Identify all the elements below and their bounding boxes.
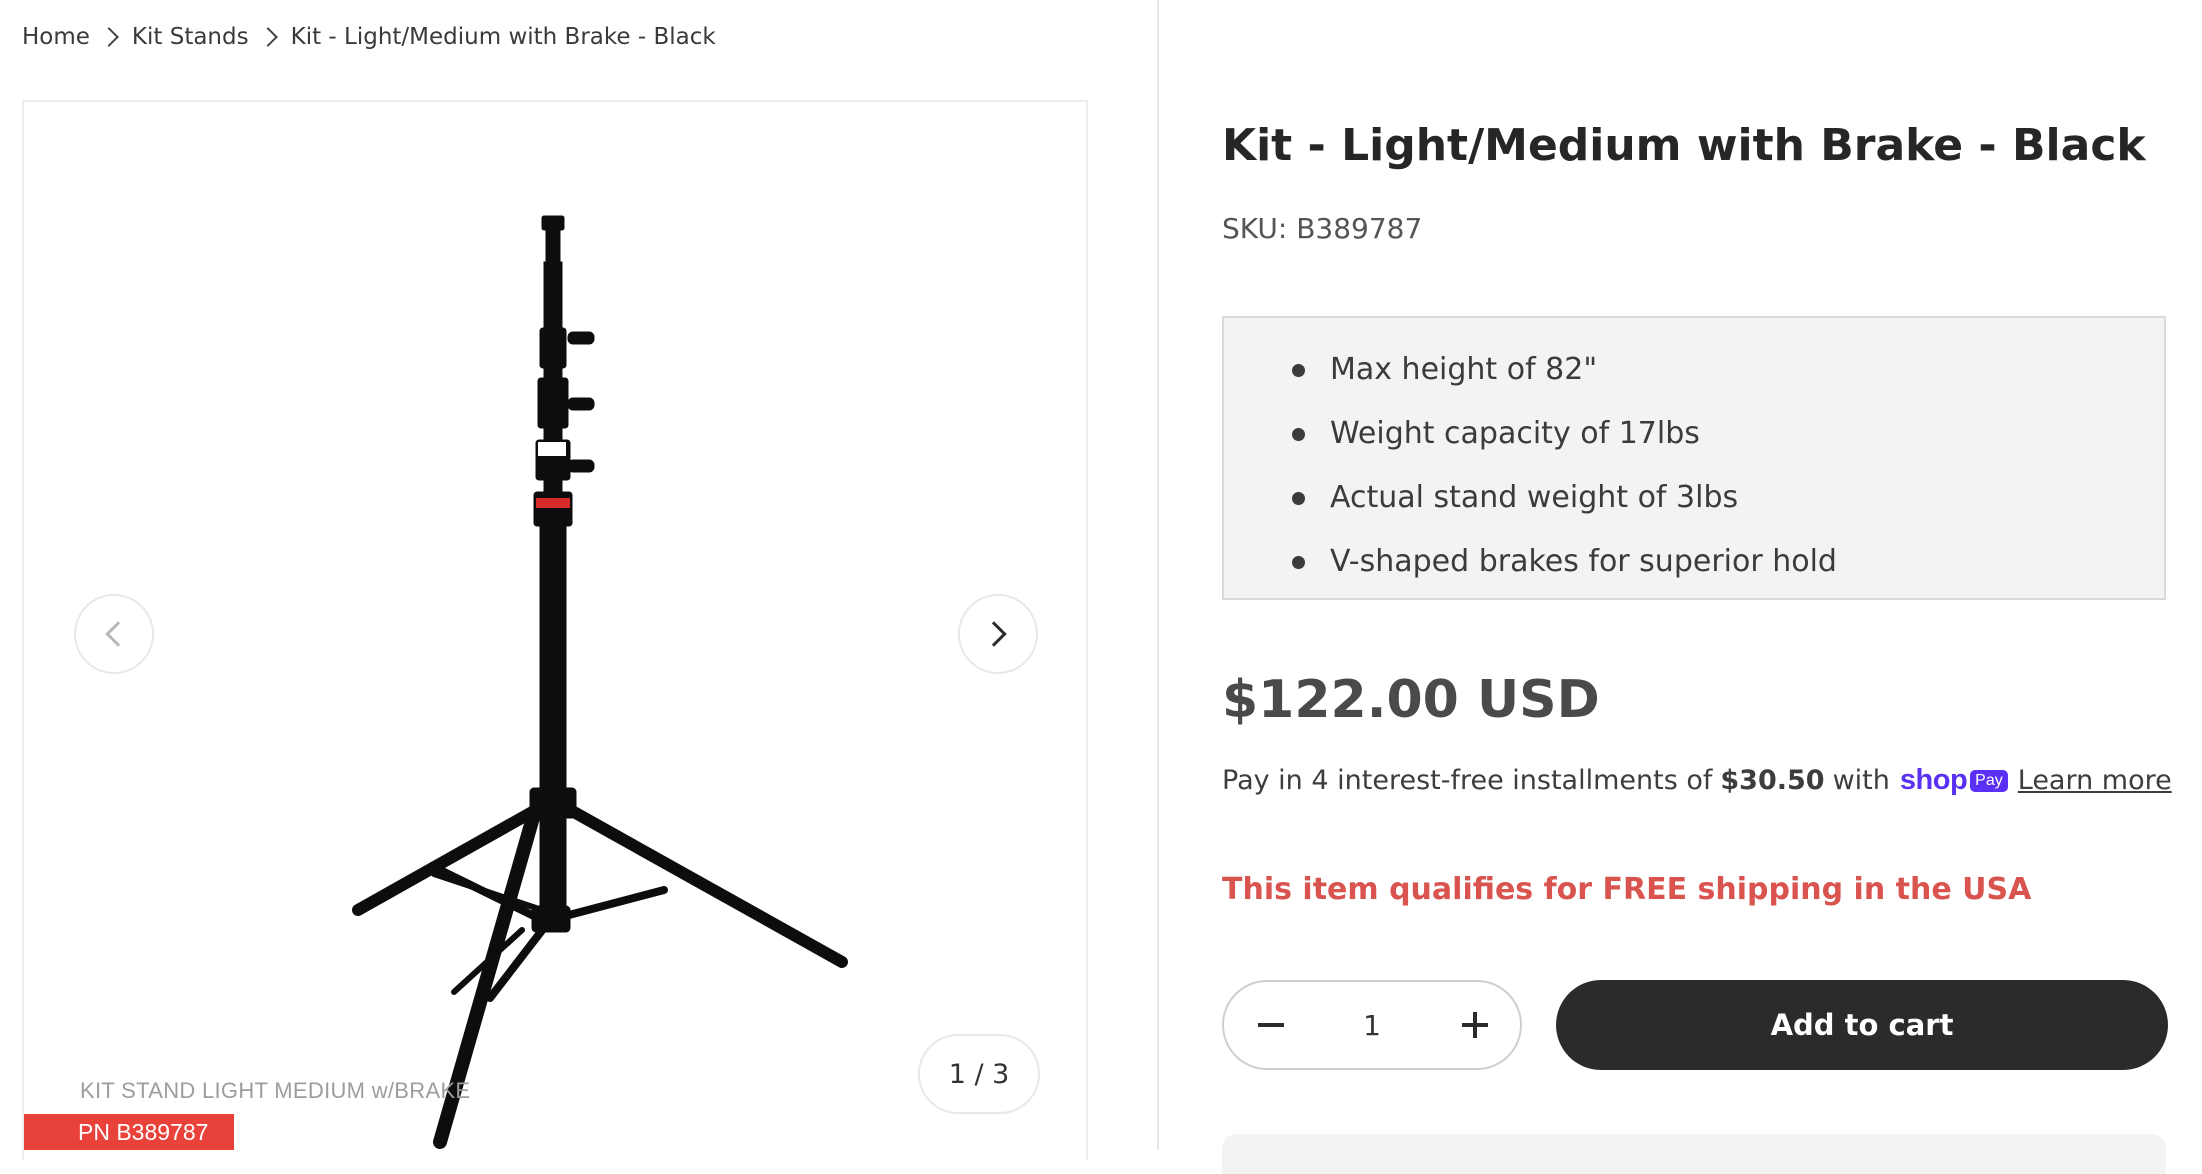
chevron-right-icon: [99, 27, 119, 47]
feature-item: Weight capacity of 17lbs: [1292, 402, 2164, 466]
feature-text: Actual stand weight of 3lbs: [1330, 480, 1739, 515]
feature-list-box: Max height of 82" Weight capacity of 17l…: [1222, 316, 2166, 600]
feature-text: Max height of 82": [1330, 352, 1598, 387]
quantity-stepper: [1222, 980, 1522, 1070]
bullet-icon: [1292, 556, 1305, 569]
shop-pay-logo: shop Pay: [1900, 764, 2008, 797]
below-fold-card: [1222, 1134, 2166, 1174]
chevron-right-icon: [981, 621, 1007, 647]
feature-list: Max height of 82" Weight capacity of 17l…: [1224, 318, 2164, 594]
gallery-counter: 1 / 3: [918, 1034, 1040, 1114]
minus-icon[interactable]: [1250, 1005, 1290, 1045]
feature-item: Actual stand weight of 3lbs: [1292, 466, 2164, 530]
bullet-icon: [1292, 364, 1305, 377]
breadcrumb-kit-stands[interactable]: Kit Stands: [132, 24, 249, 50]
add-to-cart-button[interactable]: Add to cart: [1556, 980, 2168, 1070]
feature-item: Max height of 82": [1292, 338, 2164, 402]
breadcrumb: Home Kit Stands Kit - Light/Medium with …: [22, 24, 716, 50]
installment-amount: $30.50: [1720, 765, 1825, 796]
learn-more-link[interactable]: Learn more: [2018, 765, 2172, 796]
feature-item: V-shaped brakes for superior hold: [1292, 530, 2164, 594]
installments-prefix: Pay in 4 interest-free installments of: [1222, 765, 1713, 796]
shop-pay-badge: Pay: [1970, 769, 2008, 792]
product-image[interactable]: [324, 202, 884, 1162]
product-gallery: 1 / 3 KIT STAND LIGHT MEDIUM w/BRAKE PN …: [22, 100, 1088, 1160]
breadcrumb-current: Kit - Light/Medium with Brake - Black: [290, 24, 716, 50]
image-caption: KIT STAND LIGHT MEDIUM w/BRAKE: [80, 1078, 471, 1103]
installments-info: Pay in 4 interest-free installments of $…: [1222, 764, 2172, 797]
plus-icon[interactable]: [1454, 1005, 1494, 1045]
feature-text: V-shaped brakes for superior hold: [1330, 544, 1837, 579]
bullet-icon: [1292, 492, 1305, 505]
gallery-next-button[interactable]: [958, 594, 1038, 674]
product-title: Kit - Light/Medium with Brake - Black: [1222, 120, 2146, 171]
bullet-icon: [1292, 428, 1305, 441]
shop-pay-wordmark: shop: [1899, 764, 1968, 796]
chevron-left-icon: [105, 621, 131, 647]
column-divider: [1157, 0, 1159, 1150]
feature-text: Weight capacity of 17lbs: [1330, 416, 1700, 451]
chevron-right-icon: [257, 27, 278, 47]
installments-suffix: with: [1832, 765, 1890, 796]
breadcrumb-home[interactable]: Home: [22, 24, 90, 50]
part-number-badge: PN B389787: [24, 1114, 234, 1150]
product-sku: SKU: B389787: [1222, 212, 1423, 245]
gallery-prev-button[interactable]: [74, 594, 154, 674]
product-price: $122.00 USD: [1222, 670, 1600, 730]
quantity-input[interactable]: [1330, 1007, 1414, 1043]
free-shipping-notice: This item qualifies for FREE shipping in…: [1222, 872, 2032, 907]
